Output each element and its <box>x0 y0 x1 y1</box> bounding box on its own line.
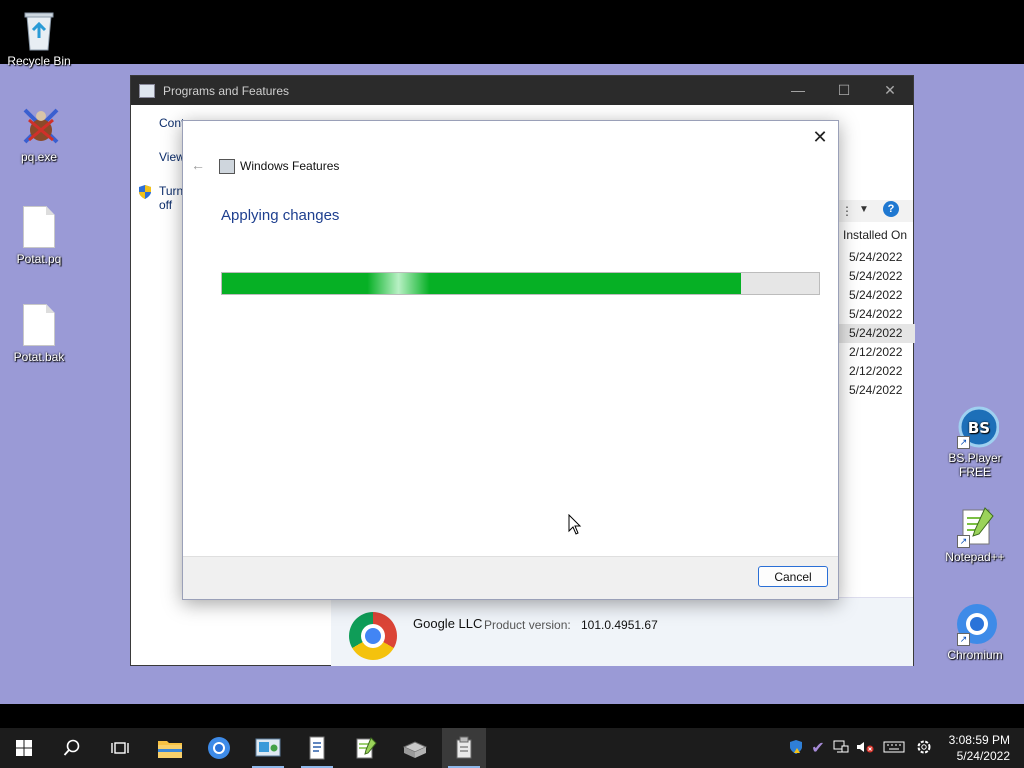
column-header-installed-on[interactable]: Installed On <box>843 228 913 242</box>
notepadpp-icon: ↗ <box>955 504 995 548</box>
folder-icon <box>158 741 182 758</box>
desktop-icon-label: Potat.pq <box>16 252 62 266</box>
control-panel-icon <box>139 83 155 98</box>
settings-gear-icon[interactable] <box>910 739 938 758</box>
sidebar-tasks: Cont View Turn off <box>139 116 185 232</box>
taskbar-chromium[interactable] <box>197 728 241 768</box>
programs-features-icon <box>456 736 472 759</box>
desktop-icon-pq-exe[interactable]: pq.exe <box>0 104 79 164</box>
shortcut-arrow-icon: ↗ <box>957 436 970 449</box>
shield-icon <box>137 184 153 203</box>
installer-icon <box>402 741 428 758</box>
recycle-bin-icon <box>19 8 59 52</box>
window-title: Programs and Features <box>163 83 290 98</box>
windows-features-icon <box>219 159 235 174</box>
document-icon <box>309 736 325 760</box>
table-cell-installed-on[interactable]: 5/24/2022 <box>839 267 915 286</box>
taskbar-file-explorer[interactable] <box>148 728 192 768</box>
view-toolbar: ⋮ ▼ <box>839 200 913 222</box>
clock-time: 3:08:59 PM <box>948 733 1010 747</box>
desktop-icon-recycle-bin[interactable]: Recycle Bin <box>0 8 79 68</box>
chevron-down-icon[interactable]: ▼ <box>859 204 869 215</box>
table-cell-installed-on[interactable]: 5/24/2022 <box>839 381 915 400</box>
desktop-icon-potat-pq[interactable]: Potat.pq <box>0 206 79 266</box>
close-icon[interactable]: ✕ <box>808 125 832 149</box>
volume-muted-icon[interactable] <box>852 740 878 757</box>
clock-date: 5/24/2022 <box>956 749 1010 763</box>
svg-text:BS: BS <box>968 419 990 437</box>
taskbar-notepadpp[interactable] <box>344 728 388 768</box>
taskbar: ✔ 3:08:59 PM 5/24/2022 <box>0 728 1024 768</box>
chrome-icon <box>349 612 397 660</box>
checkmark-icon[interactable]: ✔ <box>806 738 830 758</box>
task-view-icon <box>111 742 129 754</box>
view-menu-icon[interactable]: ⋮ <box>841 204 853 218</box>
file-icon <box>19 304 59 348</box>
mouse-cursor-icon <box>568 513 582 539</box>
desktop-icon-chromium[interactable]: ↗ Chromium <box>935 602 1015 662</box>
shortcut-arrow-icon: ↗ <box>957 535 970 548</box>
dialog-title: Windows Features <box>240 159 340 173</box>
dialog-heading: Applying changes <box>221 207 340 224</box>
table-cell-installed-on[interactable]: 2/12/2022 <box>839 343 915 362</box>
sidebar-link-control-panel-home[interactable]: Cont <box>159 116 185 130</box>
desktop-icon-label: Chromium <box>947 648 1003 662</box>
sidebar-link-turn-features[interactable]: Turn off <box>137 184 183 212</box>
sidebar-link-view-updates[interactable]: View <box>159 150 185 164</box>
file-icon <box>19 206 59 250</box>
help-icon[interactable]: ? <box>883 201 899 217</box>
close-window-button[interactable]: ✕ <box>867 82 913 99</box>
publisher-name: Google LLC <box>413 616 483 631</box>
search-button[interactable] <box>50 728 94 768</box>
search-icon <box>63 739 80 756</box>
table-cell-installed-on-selected[interactable]: 5/24/2022 <box>839 324 915 343</box>
network-icon[interactable] <box>830 740 852 757</box>
progress-bar-fill <box>222 273 742 294</box>
desktop-icon-potat-bak[interactable]: Potat.bak <box>0 304 79 364</box>
desktop-icon-label: Potat.bak <box>13 350 65 364</box>
start-button[interactable] <box>2 728 46 768</box>
notepadpp-icon <box>356 737 377 759</box>
desktop-icon-label: Notepad++ <box>945 550 1005 564</box>
windows-features-dialog[interactable]: ✕ ← Windows Features Applying changes Ca… <box>182 120 839 600</box>
chromium-icon: ↗ <box>955 602 997 646</box>
windows-logo-icon <box>16 740 32 756</box>
bsplayer-icon: BS ↗ <box>955 405 1000 449</box>
taskbar-programs-features[interactable] <box>442 728 486 768</box>
pq-exe-icon <box>19 104 59 148</box>
maximize-button[interactable]: ☐ <box>821 82 867 99</box>
product-version-value: 101.0.4951.67 <box>581 618 658 632</box>
back-arrow-icon[interactable]: ← <box>191 157 205 173</box>
table-cell-installed-on[interactable]: 2/12/2022 <box>839 362 915 381</box>
details-pane: Google LLC Product version: 101.0.4951.6… <box>331 597 913 666</box>
installed-on-column: 5/24/2022 5/24/2022 5/24/2022 5/24/2022 … <box>839 248 915 400</box>
window-titlebar[interactable]: Programs and Features — ☐ ✕ <box>131 76 913 105</box>
taskbar-clock[interactable]: 3:08:59 PM 5/24/2022 <box>949 732 1010 764</box>
keyboard-icon[interactable] <box>878 741 910 756</box>
progress-bar <box>221 272 820 295</box>
desktop-top-band <box>0 0 1024 64</box>
table-cell-installed-on[interactable]: 5/24/2022 <box>839 248 915 267</box>
chromium-icon <box>208 737 230 759</box>
cancel-button[interactable]: Cancel <box>758 566 828 587</box>
taskbar-control-panel[interactable] <box>246 728 290 768</box>
shortcut-arrow-icon: ↗ <box>957 633 970 646</box>
taskbar-document[interactable] <box>295 728 339 768</box>
security-shield-icon[interactable] <box>786 739 806 758</box>
dialog-footer: Cancel <box>183 556 838 599</box>
task-view-button[interactable] <box>98 728 142 768</box>
table-cell-installed-on[interactable]: 5/24/2022 <box>839 286 915 305</box>
desktop-icon-label: BS.Player FREE <box>948 451 1002 479</box>
taskbar-installer[interactable] <box>393 728 437 768</box>
product-version-label: Product version: <box>484 618 571 632</box>
desktop-icon-label: pq.exe <box>20 150 58 164</box>
desktop-icon-label: Recycle Bin <box>7 54 71 68</box>
minimize-button[interactable]: — <box>775 82 821 99</box>
desktop-icon-notepadpp[interactable]: ↗ Notepad++ <box>935 504 1015 564</box>
desktop-icon-bsplayer[interactable]: BS ↗ BS.Player FREE <box>935 405 1015 479</box>
table-cell-installed-on[interactable]: 5/24/2022 <box>839 305 915 324</box>
desktop-bottom-band <box>0 704 1024 728</box>
system-tray: ✔ <box>786 728 938 768</box>
control-panel-icon <box>255 738 281 757</box>
